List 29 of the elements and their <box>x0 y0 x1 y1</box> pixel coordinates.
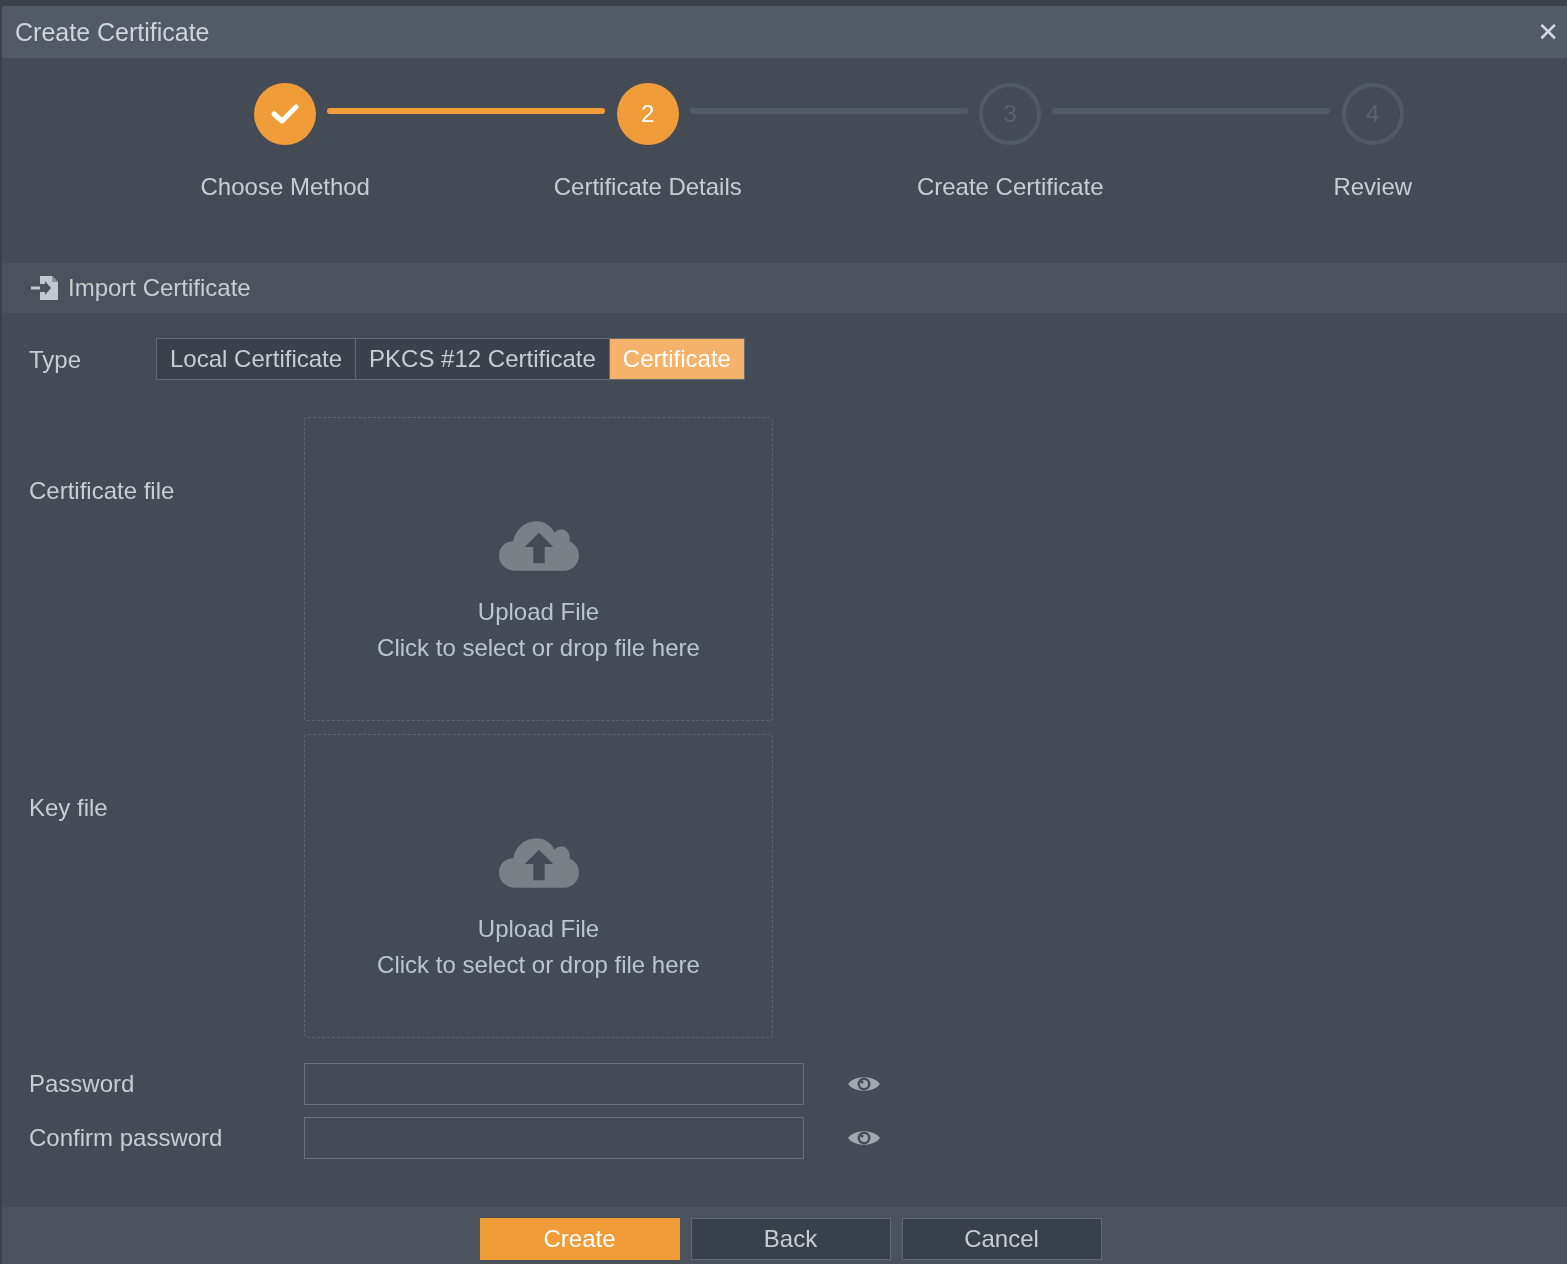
upload-hint: Click to select or drop file here <box>377 634 700 662</box>
step-number: 2 <box>616 83 679 145</box>
type-option[interactable]: Local Certificate <box>157 339 357 379</box>
close-button[interactable]: ✕ <box>1537 17 1559 47</box>
password-field[interactable] <box>304 1117 804 1159</box>
type-option[interactable]: PKCS #12 Certificate <box>356 339 610 379</box>
upload-title: Upload File <box>477 598 600 626</box>
section-title: Import Certificate <box>68 274 251 302</box>
step-label: Certificate Details <box>553 173 742 201</box>
file-drop-zone[interactable]: Upload File Click to select or drop file here <box>304 734 773 1038</box>
step-label: Review <box>1333 173 1413 201</box>
field-label: Certificate file <box>29 476 176 506</box>
dialog-button[interactable]: Back <box>690 1218 891 1260</box>
field-label: Type <box>29 345 83 375</box>
upload-hint: Click to select or drop file here <box>377 951 700 979</box>
dialog-button[interactable]: Cancel <box>901 1218 1102 1260</box>
cloud-upload-icon <box>498 518 579 574</box>
step-label: Create Certificate <box>916 173 1104 201</box>
password-field[interactable] <box>304 1063 804 1105</box>
step-label: Choose Method <box>200 173 370 201</box>
file-import-icon <box>30 274 60 302</box>
field-label: Key file <box>29 793 109 823</box>
field-label: Confirm password <box>29 1124 224 1152</box>
file-drop-zone[interactable]: Upload File Click to select or drop file here <box>304 417 773 721</box>
cloud-upload-icon <box>498 835 579 891</box>
upload-title: Upload File <box>477 915 600 943</box>
window-title: Create Certificate <box>15 17 210 47</box>
checkmark-icon <box>270 102 301 126</box>
field-label: Password <box>29 1070 136 1098</box>
